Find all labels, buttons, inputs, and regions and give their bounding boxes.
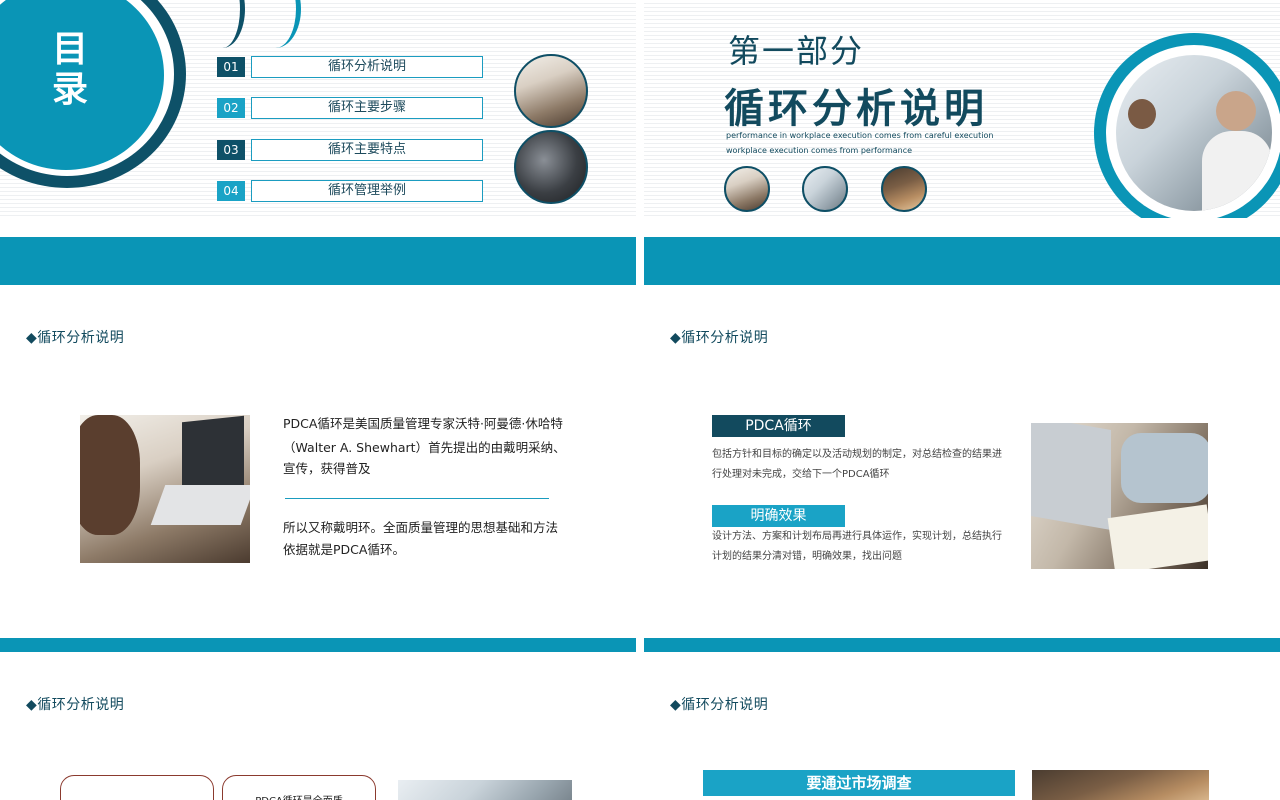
person-arm [1121,433,1208,503]
photo-team [398,780,572,800]
toc-label-2[interactable]: 循环主要步骤 [251,97,483,119]
card-1 [60,775,214,800]
decor-arc-blue [250,0,301,48]
photo-laptop-circle [514,54,588,128]
header-band [644,638,1280,652]
section-heading: ◆循环分析说明 [26,697,125,713]
section-heading: ◆循环分析说明 [26,330,125,346]
part-title: 循环分析说明 [724,86,988,132]
hero-photo-meeting [1116,55,1272,211]
slide-analysis-2[interactable]: ◆循环分析说明 PDCA循环 包括方针和目标的确定以及活动规划的制定，对总结检查… [644,237,1280,630]
para1-line3: 宣传，获得普及 [283,461,371,476]
thumb-circle-1 [724,166,770,212]
toc-num-3: 03 [217,140,245,160]
part-subtitle-1: performance in workplace execution comes… [726,131,994,140]
laptop-keyboard [150,485,250,525]
thumb-circle-2 [802,166,848,212]
para-divider [285,498,549,499]
photo-desk-circle [514,130,588,204]
pdca-title-box: PDCA循环 [712,415,845,437]
toc-label-4[interactable]: 循环管理举例 [251,180,483,202]
header-band [644,237,1280,285]
slide-part-one[interactable]: 第一部分 循环分析说明 performance in workplace exe… [644,0,1280,218]
para2-line2: 依据就是PDCA循环。 [283,542,405,557]
market-banner: 要通过市场调查 [703,770,1015,796]
thumb-circle-3 [881,166,927,212]
photo-typing-laptop [1031,423,1208,569]
section-heading: ◆循环分析说明 [670,697,769,713]
slide-toc[interactable]: 目录 01 循环分析说明 02 循环主要步骤 03 循环主要特点 04 循环管理… [0,0,636,218]
slide-analysis-3[interactable]: ◆循环分析说明 PDCA循环是全面质 [0,638,636,800]
effect-title-box: 明确效果 [712,505,845,527]
laptop-body [1031,423,1111,531]
effect-desc-line2: 计划的结果分清对错，明确效果，找出问题 [712,551,902,562]
decor-arc-dark [200,0,245,48]
hero-photo-person-left [1128,99,1156,129]
toc-num-2: 02 [217,98,245,118]
effect-desc-line1: 设计方法、方案和计划布局再进行具体运作，实现计划，总结执行 [712,531,1002,542]
toc-label-3[interactable]: 循环主要特点 [251,139,483,161]
slide-analysis-4[interactable]: ◆循环分析说明 要通过市场调查 [644,638,1280,800]
person-hair [80,415,140,535]
notebook [1107,504,1208,569]
hero-photo-person [1216,91,1256,131]
header-band [0,237,636,285]
photo-group [1032,770,1209,800]
laptop-screen [182,415,244,495]
pdca-desc-line2: 行处理对未完成，交给下一个PDCA循环 [712,469,890,480]
slide-analysis-1[interactable]: ◆循环分析说明 PDCA循环是美国质量管理专家沃特·阿曼德·休哈特 （Walte… [0,237,636,630]
section-heading: ◆循环分析说明 [670,330,769,346]
card-2-text: PDCA循环是全面质 [223,792,375,800]
part-label: 第一部分 [728,32,865,70]
toc-title: 目录 [51,29,88,110]
para1-line1: PDCA循环是美国质量管理专家沃特·阿曼德·休哈特 [283,416,563,431]
card-2: PDCA循环是全面质 [222,775,376,800]
toc-label-1[interactable]: 循环分析说明 [251,56,483,78]
toc-num-4: 04 [217,181,245,201]
hero-photo-shirt [1202,131,1272,211]
photo-woman-laptop [80,415,250,563]
part-subtitle-2: workplace execution comes from performan… [726,146,913,155]
pdca-desc-line1: 包括方针和目标的确定以及活动规划的制定，对总结检查的结果进 [712,449,1002,460]
toc-num-1: 01 [217,57,245,77]
header-band [0,638,636,652]
